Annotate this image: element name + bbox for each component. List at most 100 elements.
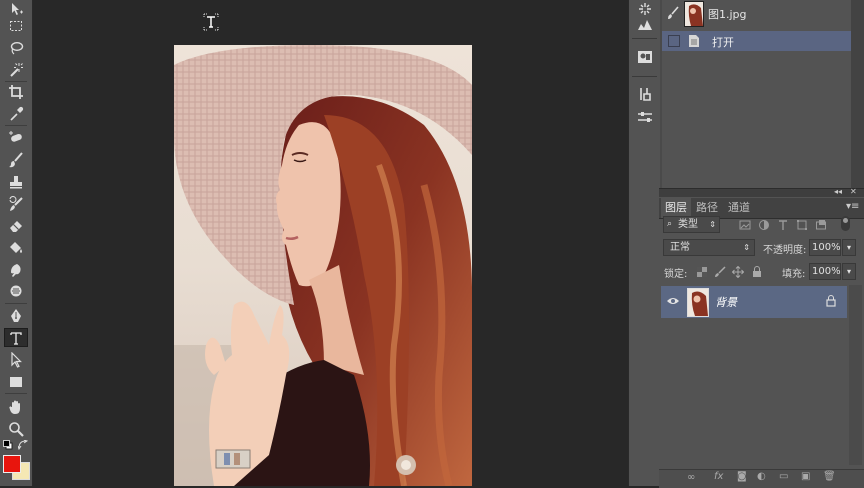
- panel-icon-dock: [628, 0, 660, 486]
- opacity-dropdown[interactable]: ▾: [842, 239, 856, 256]
- lock-label: 锁定:: [664, 269, 688, 280]
- history-brush-source-icon[interactable]: [666, 6, 680, 20]
- marquee-icon: [10, 20, 22, 31]
- foreground-color-swatch[interactable]: [3, 455, 21, 473]
- blend-mode-select[interactable]: 正常 ⇕: [663, 239, 755, 256]
- document-canvas[interactable]: [174, 45, 472, 486]
- close-panel-icon[interactable]: ✕: [850, 187, 857, 196]
- eraser-tool[interactable]: [4, 216, 28, 235]
- lock-image-icon[interactable]: [714, 266, 726, 278]
- stamp-tool[interactable]: [4, 172, 28, 191]
- lock-transparent-icon[interactable]: [696, 266, 708, 278]
- path-select-tool[interactable]: [4, 350, 28, 369]
- eyedropper-icon: [10, 106, 24, 121]
- type-tool[interactable]: [4, 328, 28, 347]
- filter-type-icon[interactable]: [777, 219, 789, 231]
- history-step-row[interactable]: 打开: [662, 31, 851, 51]
- toolbar-divider: [5, 303, 27, 304]
- dodge-icon: [10, 285, 22, 296]
- panel-menu-icon[interactable]: ▾≡: [846, 201, 859, 212]
- panel-header-bar: ◂◂ ✕: [659, 187, 864, 197]
- filter-toggle-switch[interactable]: [841, 216, 850, 231]
- select-arrows-icon: ⇕: [709, 220, 716, 229]
- lasso-tool[interactable]: [4, 38, 28, 57]
- dodge-tool[interactable]: [4, 282, 28, 301]
- filter-search-icon: ⌕: [667, 219, 673, 229]
- opacity-label: 不透明度:: [763, 245, 807, 256]
- spot-heal-tool[interactable]: [4, 128, 28, 147]
- delete-layer-icon[interactable]: 🗑: [823, 471, 836, 482]
- snapshot-thumbnail: [684, 1, 704, 27]
- collapse-icon[interactable]: ◂◂: [834, 187, 842, 196]
- tab-layers[interactable]: 图层: [661, 198, 691, 218]
- history-brush-tool[interactable]: [4, 194, 28, 213]
- bucket-icon: [10, 241, 22, 253]
- default-colors-icon[interactable]: [3, 440, 13, 450]
- crop-tool[interactable]: [4, 82, 28, 101]
- toolbar-divider: [5, 393, 27, 394]
- fill-field[interactable]: 100%: [809, 263, 841, 280]
- rectangle-icon: [10, 376, 22, 387]
- history-scrollbar[interactable]: [851, 0, 864, 188]
- filter-adjustment-icon[interactable]: [758, 219, 770, 231]
- history-snapshot-row[interactable]: 图1.jpg: [662, 0, 851, 28]
- fill-value: 100%: [812, 266, 841, 277]
- tool-presets-icon[interactable]: [636, 86, 654, 104]
- opacity-field[interactable]: 100%: [809, 239, 841, 256]
- dock-divider: [632, 38, 657, 39]
- eye-icon[interactable]: [666, 296, 680, 306]
- adjustment-layer-icon[interactable]: ◐: [757, 471, 766, 482]
- filter-pixel-icon[interactable]: [739, 219, 751, 231]
- tab-paths[interactable]: 路径: [696, 198, 718, 218]
- add-mask-icon[interactable]: ◙: [737, 471, 747, 482]
- photo-woman-in-hat: [174, 45, 472, 486]
- tab-channels[interactable]: 通道: [728, 198, 750, 218]
- layers-scrollbar[interactable]: [849, 285, 862, 465]
- brush-icon: [9, 151, 23, 167]
- spot-heal-icon: [9, 130, 22, 142]
- adjustments-icon[interactable]: [636, 108, 654, 126]
- layer-style-icon[interactable]: fx: [714, 471, 723, 482]
- lock-position-icon[interactable]: [732, 266, 744, 278]
- type-icon: [10, 331, 22, 345]
- history-panel: 图1.jpg 打开: [662, 0, 851, 188]
- document-icon: [689, 35, 699, 47]
- crop-icon: [9, 84, 23, 99]
- fill-dropdown[interactable]: ▾: [842, 263, 856, 280]
- filter-kind-select[interactable]: ⌕ 类型 ⇕: [663, 216, 720, 233]
- lock-all-icon[interactable]: [751, 266, 763, 278]
- history-step-label: 打开: [712, 36, 734, 49]
- brush-presets-icon[interactable]: [636, 16, 654, 34]
- snapshot-label: 图1.jpg: [708, 8, 747, 21]
- lasso-icon: [10, 41, 24, 54]
- rectangle-tool[interactable]: [4, 372, 28, 391]
- filter-shape-icon[interactable]: [796, 219, 808, 231]
- filter-smart-object-icon[interactable]: [815, 219, 827, 231]
- zoom-tool[interactable]: [4, 419, 28, 438]
- dock-divider: [632, 76, 657, 77]
- toolbar-divider: [5, 125, 27, 126]
- swap-colors-icon[interactable]: [18, 440, 28, 450]
- fill-label: 填充:: [782, 269, 806, 280]
- hand-tool[interactable]: [4, 397, 28, 416]
- hand-icon: [9, 400, 20, 414]
- history-step-checkbox[interactable]: [668, 35, 680, 47]
- eyedropper-tool[interactable]: [4, 104, 28, 123]
- new-group-icon[interactable]: ▭: [779, 471, 788, 482]
- stamp-icon: [10, 175, 22, 188]
- path-select-icon: [11, 351, 22, 368]
- zoom-icon: [9, 421, 24, 437]
- properties-icon[interactable]: [636, 48, 654, 66]
- eraser-icon: [10, 220, 22, 232]
- bucket-tool[interactable]: [4, 238, 28, 257]
- filter-kind-label: 类型: [678, 219, 698, 230]
- layers-bottom-bar: ∞ fx ◙ ◐ ▭ ▣ 🗑: [659, 469, 864, 488]
- brush-tool[interactable]: [4, 150, 28, 169]
- layer-row[interactable]: 背景: [661, 286, 847, 318]
- link-layers-icon[interactable]: ∞: [687, 472, 695, 483]
- new-layer-icon[interactable]: ▣: [801, 471, 810, 482]
- blur-tool[interactable]: [4, 260, 28, 279]
- magic-wand-tool[interactable]: [4, 60, 28, 79]
- pen-tool[interactable]: [4, 306, 28, 325]
- marquee-tool[interactable]: [4, 16, 28, 35]
